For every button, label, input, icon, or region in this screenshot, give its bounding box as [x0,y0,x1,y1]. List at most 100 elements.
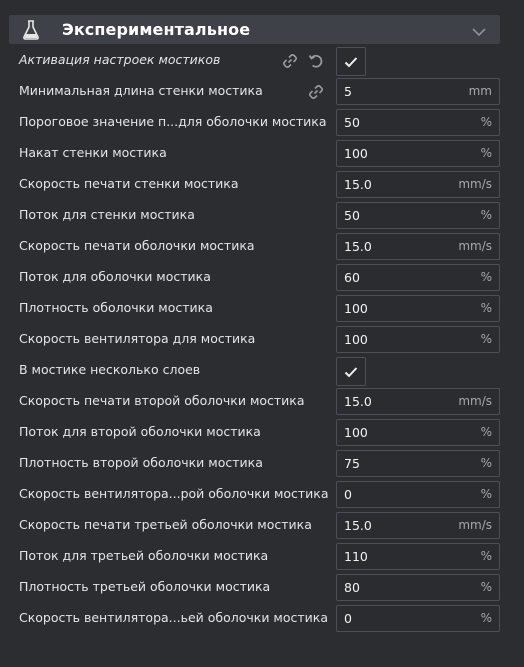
setting-input[interactable]: 100% [336,295,500,322]
setting-value: 15.0 [344,394,372,409]
setting-unit: mm/s [458,177,492,191]
setting-input[interactable]: 15.0 mm/s [336,171,500,198]
setting-row: Скорость вентилятора для мостика 100% [0,326,524,353]
setting-input[interactable]: 5 mm [336,78,500,105]
setting-value: 75 [344,456,360,471]
setting-input[interactable]: 0% [336,605,500,632]
setting-unit: % [480,208,492,222]
reset-icon[interactable] [308,53,324,69]
setting-value: 100 [344,146,368,161]
setting-label: Скорость вентилятора...ьей оболочки мост… [19,610,328,625]
link-icon[interactable] [282,53,298,69]
setting-input[interactable]: 15.0 mm/s [336,233,500,260]
setting-value: 60 [344,270,360,285]
setting-value: 5 [344,84,352,99]
setting-unit: % [480,425,492,439]
setting-unit: % [480,115,492,129]
setting-input[interactable]: 100% [336,419,500,446]
setting-label: Минимальная длина стенки мостика [19,83,263,98]
setting-label: Плотность второй оболочки мостика [19,455,263,470]
setting-input[interactable]: 0% [336,481,500,508]
setting-row: Поток для оболочки мостика 60% [0,264,524,291]
setting-input[interactable]: 110% [336,543,500,570]
setting-label: Поток для третьей оболочки мостика [19,548,269,563]
setting-unit: mm/s [458,394,492,408]
setting-label: Скорость печати стенки мостика [19,176,239,191]
setting-input[interactable]: 100% [336,326,500,353]
setting-input[interactable]: 50% [336,202,500,229]
setting-row: Поток для стенки мостика 50% [0,202,524,229]
setting-unit: % [480,549,492,563]
setting-unit: mm [468,84,492,98]
chevron-down-icon[interactable] [472,23,486,37]
setting-row: Плотность второй оболочки мостика 75% [0,450,524,477]
setting-label: Скорость печати третьей оболочки мостика [19,517,312,532]
setting-value: 100 [344,332,368,347]
setting-row: Поток для второй оболочки мостика 100% [0,419,524,446]
setting-unit: % [480,580,492,594]
setting-unit: % [480,332,492,346]
setting-row: Скорость печати стенки мостика 15.0 mm/s [0,171,524,198]
setting-label: Скорость печати второй оболочки мостика [19,393,305,408]
setting-unit: % [480,611,492,625]
setting-label: Поток для второй оболочки мостика [19,424,261,439]
setting-row: Пороговое значение п...для оболочки мост… [0,109,524,136]
setting-input[interactable]: 80% [336,574,500,601]
flask-icon [21,19,41,40]
setting-label: Скорость вентилятора для мостика [19,331,256,346]
setting-label: Пороговое значение п...для оболочки мост… [19,114,327,129]
checkmark-icon [344,366,358,377]
setting-label: Активация настроек мостиков [19,52,221,67]
setting-unit: mm/s [458,518,492,532]
setting-label: Накат стенки мостика [19,145,167,160]
setting-value: 100 [344,425,368,440]
setting-value: 15.0 [344,518,372,533]
setting-label: Скорость вентилятора...рой оболочки мост… [19,486,329,501]
setting-unit: % [480,487,492,501]
setting-row: Скорость печати второй оболочки мостика 1… [0,388,524,415]
setting-label: Поток для оболочки мостика [19,269,211,284]
setting-row: Скорость печати третьей оболочки мостика… [0,512,524,539]
setting-input[interactable]: 75% [336,450,500,477]
setting-value: 100 [344,301,368,316]
setting-label: Скорость печати оболочки мостика [19,238,255,253]
link-icon[interactable] [308,84,324,100]
setting-value: 50 [344,208,360,223]
setting-value: 15.0 [344,177,372,192]
setting-label: Плотность оболочки мостика [19,300,213,315]
setting-label: Плотность третьей оболочки мостика [19,579,271,594]
setting-checkbox[interactable] [336,357,366,386]
setting-value: 80 [344,580,360,595]
setting-value: 110 [344,549,368,564]
setting-value: 15.0 [344,239,372,254]
setting-input[interactable]: 15.0 mm/s [336,388,500,415]
setting-label: В мостике несколько слоев [19,362,201,377]
setting-checkbox[interactable] [336,47,366,76]
checkmark-icon [344,56,358,67]
setting-unit: % [480,456,492,470]
setting-row: Активация настроек мостиков [0,47,524,76]
setting-row: Скорость печати оболочки мостика 15.0 mm/s [0,233,524,260]
setting-input[interactable]: 60% [336,264,500,291]
setting-unit: % [480,270,492,284]
setting-row: Скорость вентилятора...ьей оболочки мост… [0,605,524,632]
setting-input[interactable]: 50% [336,109,500,136]
setting-row: Минимальная длина стенки мостика 5 mm [0,78,524,105]
setting-value: 0 [344,611,352,626]
setting-unit: % [480,301,492,315]
setting-label: Поток для стенки мостика [19,207,195,222]
section-header-experimental[interactable]: Экспериментальное [9,15,500,44]
setting-row: Поток для третьей оболочки мостика 110% [0,543,524,570]
setting-row: Накат стенки мостика 100% [0,140,524,167]
setting-input[interactable]: 100% [336,140,500,167]
setting-value: 50 [344,115,360,130]
setting-row: В мостике несколько слоев [0,357,524,386]
section-title: Экспериментальное [62,20,251,39]
setting-row: Плотность оболочки мостика 100% [0,295,524,322]
setting-input[interactable]: 15.0 mm/s [336,512,500,539]
setting-value: 0 [344,487,352,502]
setting-row: Плотность третьей оболочки мостика 80% [0,574,524,601]
setting-unit: % [480,146,492,160]
setting-row: Скорость вентилятора...рой оболочки мост… [0,481,524,508]
setting-unit: mm/s [458,239,492,253]
